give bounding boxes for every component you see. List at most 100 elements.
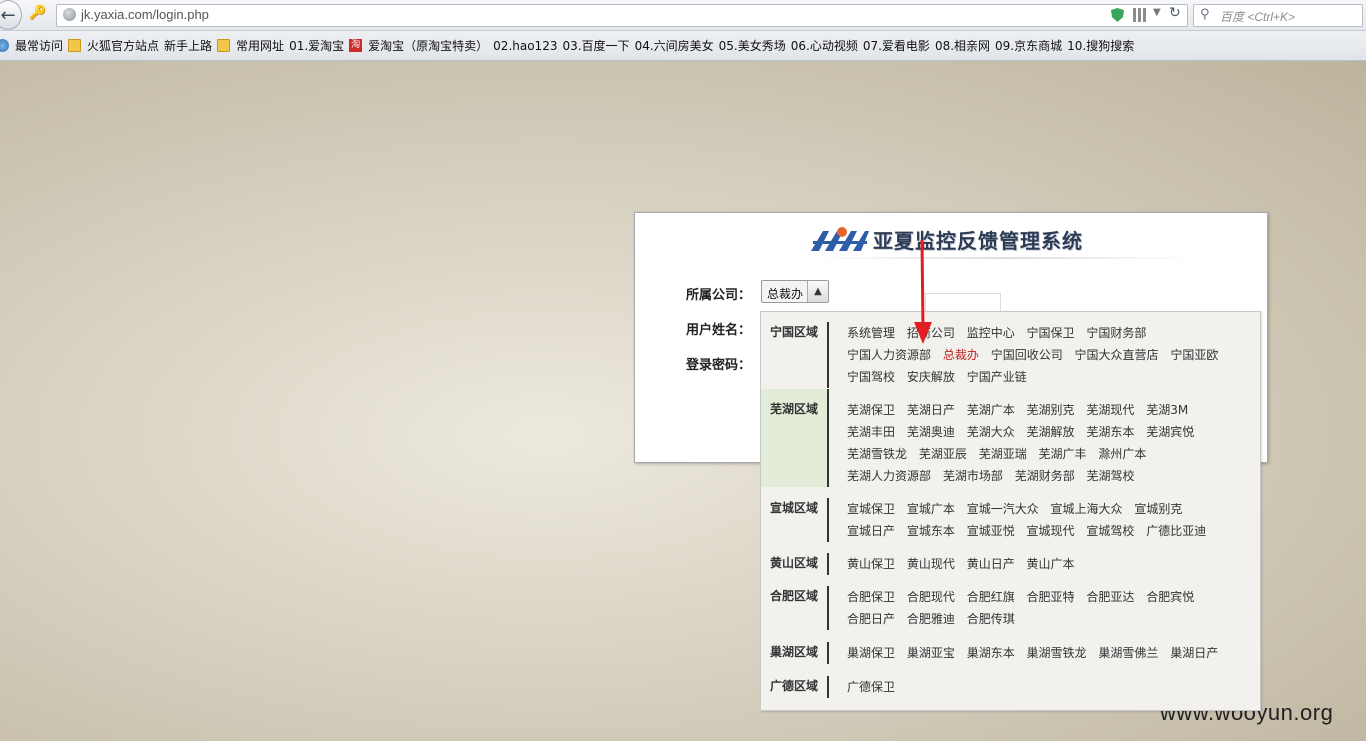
dropdown-option[interactable]: 芜湖奥迪 xyxy=(907,425,955,439)
bookmark-item[interactable]: 淘爱淘宝（原淘宝特卖） xyxy=(349,37,488,54)
bookmark-label: 05.美女秀场 xyxy=(718,39,786,53)
dropdown-option[interactable]: 合肥日产 xyxy=(847,612,895,626)
bookmark-item[interactable]: 05.美女秀场 xyxy=(719,37,786,54)
dropdown-option[interactable]: 黄山广本 xyxy=(1027,557,1075,571)
bookmark-item[interactable]: 最常访问 xyxy=(0,37,63,54)
dropdown-option[interactable]: 合肥雅迪 xyxy=(907,612,955,626)
dropdown-option[interactable]: 合肥红旗 xyxy=(967,590,1015,604)
search-placeholder[interactable]: 百度 <Ctrl+K> xyxy=(1220,8,1295,25)
dropdown-option[interactable]: 宁国回收公司 xyxy=(991,348,1063,362)
dropdown-option[interactable]: 巢湖日产 xyxy=(1170,646,1218,660)
dropdown-option[interactable]: 巢湖雪佛兰 xyxy=(1098,646,1158,660)
dropdown-option[interactable]: 宣城现代 xyxy=(1027,524,1075,538)
dropdown-option[interactable]: 宣城东本 xyxy=(907,524,955,538)
dropdown-option[interactable]: 芜湖丰田 xyxy=(847,425,895,439)
dropdown-option[interactable]: 宣城别克 xyxy=(1134,502,1182,516)
dropdown-option[interactable]: 招商公司 xyxy=(907,326,955,340)
region-label: 宁国区域 xyxy=(761,322,829,388)
dropdown-option[interactable]: 宣城亚悦 xyxy=(967,524,1015,538)
dropdown-option[interactable]: 芜湖广丰 xyxy=(1039,447,1087,461)
dropdown-option[interactable]: 芜湖财务部 xyxy=(1015,469,1075,483)
dropdown-option[interactable]: 芜湖市场部 xyxy=(943,469,1003,483)
dropdown-option[interactable]: 芜湖亚瑞 xyxy=(979,447,1027,461)
reload-icon[interactable]: ↻ xyxy=(1169,5,1181,21)
bookmark-item[interactable]: 02.hao123 xyxy=(493,39,557,53)
dropdown-option[interactable]: 巢湖东本 xyxy=(967,646,1015,660)
qr-code-icon[interactable] xyxy=(1133,8,1147,22)
region-items: 黄山保卫 黄山现代 黄山日产 黄山广本 xyxy=(847,553,1243,575)
dropdown-option[interactable]: 芜湖广本 xyxy=(967,403,1015,417)
dropdown-option[interactable]: 宣城驾校 xyxy=(1086,524,1134,538)
dropdown-option[interactable]: 宣城上海大众 xyxy=(1051,502,1123,516)
dropdown-option[interactable]: 芜湖雪铁龙 xyxy=(847,447,907,461)
dropdown-option[interactable]: 芜湖现代 xyxy=(1086,403,1134,417)
dropdown-option[interactable]: 巢湖雪铁龙 xyxy=(1027,646,1087,660)
dropdown-option[interactable]: 宁国财务部 xyxy=(1086,326,1146,340)
dropdown-option[interactable]: 芜湖宾悦 xyxy=(1146,425,1194,439)
search-bar[interactable]: ⚲ 百度 <Ctrl+K> xyxy=(1193,4,1363,27)
company-label: 所属公司： xyxy=(686,288,752,303)
triangle-up-icon[interactable]: ▲ xyxy=(807,281,828,302)
dropdown-option[interactable]: 芜湖人力资源部 xyxy=(847,469,931,483)
url-text[interactable]: jk.yaxia.com/login.php xyxy=(81,7,209,22)
dropdown-option[interactable]: 系统管理 xyxy=(847,326,895,340)
username-label: 用户姓名： xyxy=(686,323,752,338)
bookmark-item[interactable]: 04.六间房美女 xyxy=(635,37,714,54)
bookmark-item[interactable]: 10.搜狗搜索 xyxy=(1067,37,1134,54)
dropdown-option[interactable]: 宣城一汽大众 xyxy=(967,502,1039,516)
dropdown-option[interactable]: 芜湖东本 xyxy=(1086,425,1134,439)
dropdown-option[interactable]: 合肥宾悦 xyxy=(1146,590,1194,604)
dropdown-option[interactable]: 芜湖保卫 xyxy=(847,403,895,417)
dropdown-option[interactable]: 合肥亚达 xyxy=(1086,590,1134,604)
dropdown-option[interactable]: 合肥现代 xyxy=(907,590,955,604)
dropdown-option[interactable]: 黄山现代 xyxy=(907,557,955,571)
dropdown-option[interactable]: 宁国大众直营店 xyxy=(1075,348,1159,362)
chevron-down-icon[interactable]: ▼ xyxy=(1153,7,1161,18)
dropdown-option[interactable]: 监控中心 xyxy=(967,326,1015,340)
bookmark-item[interactable]: 07.爱看电影 xyxy=(863,37,930,54)
bookmark-item[interactable]: 06.心动视频 xyxy=(791,37,858,54)
address-bar[interactable]: jk.yaxia.com/login.php ▼ ↻ xyxy=(56,4,1188,27)
dropdown-option[interactable]: 芜湖大众 xyxy=(967,425,1015,439)
dropdown-option[interactable]: 合肥传琪 xyxy=(967,612,1015,626)
dropdown-option[interactable]: 芜湖日产 xyxy=(907,403,955,417)
dropdown-option[interactable]: 合肥保卫 xyxy=(847,590,895,604)
bookmark-item[interactable]: 03.百度一下 xyxy=(562,37,629,54)
dropdown-option[interactable]: 芜湖亚辰 xyxy=(919,447,967,461)
key-icon[interactable]: 🔑 xyxy=(29,5,49,23)
dropdown-option[interactable]: 宣城保卫 xyxy=(847,502,895,516)
dropdown-option[interactable]: 宁国驾校 xyxy=(847,370,895,384)
dropdown-option[interactable]: 黄山日产 xyxy=(967,557,1015,571)
dropdown-option[interactable]: 广德保卫 xyxy=(847,680,895,694)
dropdown-option[interactable]: 芜湖别克 xyxy=(1027,403,1075,417)
bookmark-item[interactable]: 01.爱淘宝 xyxy=(289,37,344,54)
back-button[interactable]: ← xyxy=(0,0,22,30)
bookmark-item[interactable]: 09.京东商城 xyxy=(995,37,1062,54)
bookmark-item[interactable]: 新手上路 xyxy=(164,37,212,54)
dropdown-option[interactable]: 宣城广本 xyxy=(907,502,955,516)
dropdown-option[interactable]: 芜湖解放 xyxy=(1027,425,1075,439)
dropdown-option[interactable]: 宁国保卫 xyxy=(1027,326,1075,340)
company-select[interactable]: 总裁办 ▲ xyxy=(761,280,829,303)
dropdown-option[interactable]: 总裁办 xyxy=(943,348,979,362)
dropdown-option[interactable]: 巢湖亚宝 xyxy=(907,646,955,660)
dropdown-option[interactable]: 安庆解放 xyxy=(907,370,955,384)
dropdown-option[interactable]: 巢湖保卫 xyxy=(847,646,895,660)
dropdown-option[interactable]: 宁国产业链 xyxy=(967,370,1027,384)
bookmark-item[interactable]: 08.相亲网 xyxy=(935,37,990,54)
dropdown-option[interactable]: 宁国人力资源部 xyxy=(847,348,931,362)
bookmark-item[interactable]: 常用网址 xyxy=(217,37,284,54)
dropdown-option[interactable]: 芜湖驾校 xyxy=(1087,469,1135,483)
dropdown-option[interactable]: 滁州广本 xyxy=(1098,447,1146,461)
dropdown-option[interactable]: 宁国亚欧 xyxy=(1170,348,1218,362)
shield-icon[interactable] xyxy=(1111,8,1124,22)
dropdown-option[interactable]: 宣城日产 xyxy=(847,524,895,538)
dropdown-option[interactable]: 合肥亚特 xyxy=(1027,590,1075,604)
dropdown-option[interactable]: 黄山保卫 xyxy=(847,557,895,571)
company-dropdown-list[interactable]: 宁国区域 系统管理 招商公司 监控中心 宁国保卫 宁国财务部 宁国人力资源部 总裁… xyxy=(760,311,1261,711)
system-title: 亚夏监控反馈管理系统 xyxy=(873,229,1083,253)
title-divider xyxy=(815,257,1195,259)
dropdown-option[interactable]: 芜湖3M xyxy=(1146,403,1188,417)
bookmark-item[interactable]: 火狐官方站点 xyxy=(68,37,159,54)
dropdown-option[interactable]: 广德比亚迪 xyxy=(1146,524,1206,538)
